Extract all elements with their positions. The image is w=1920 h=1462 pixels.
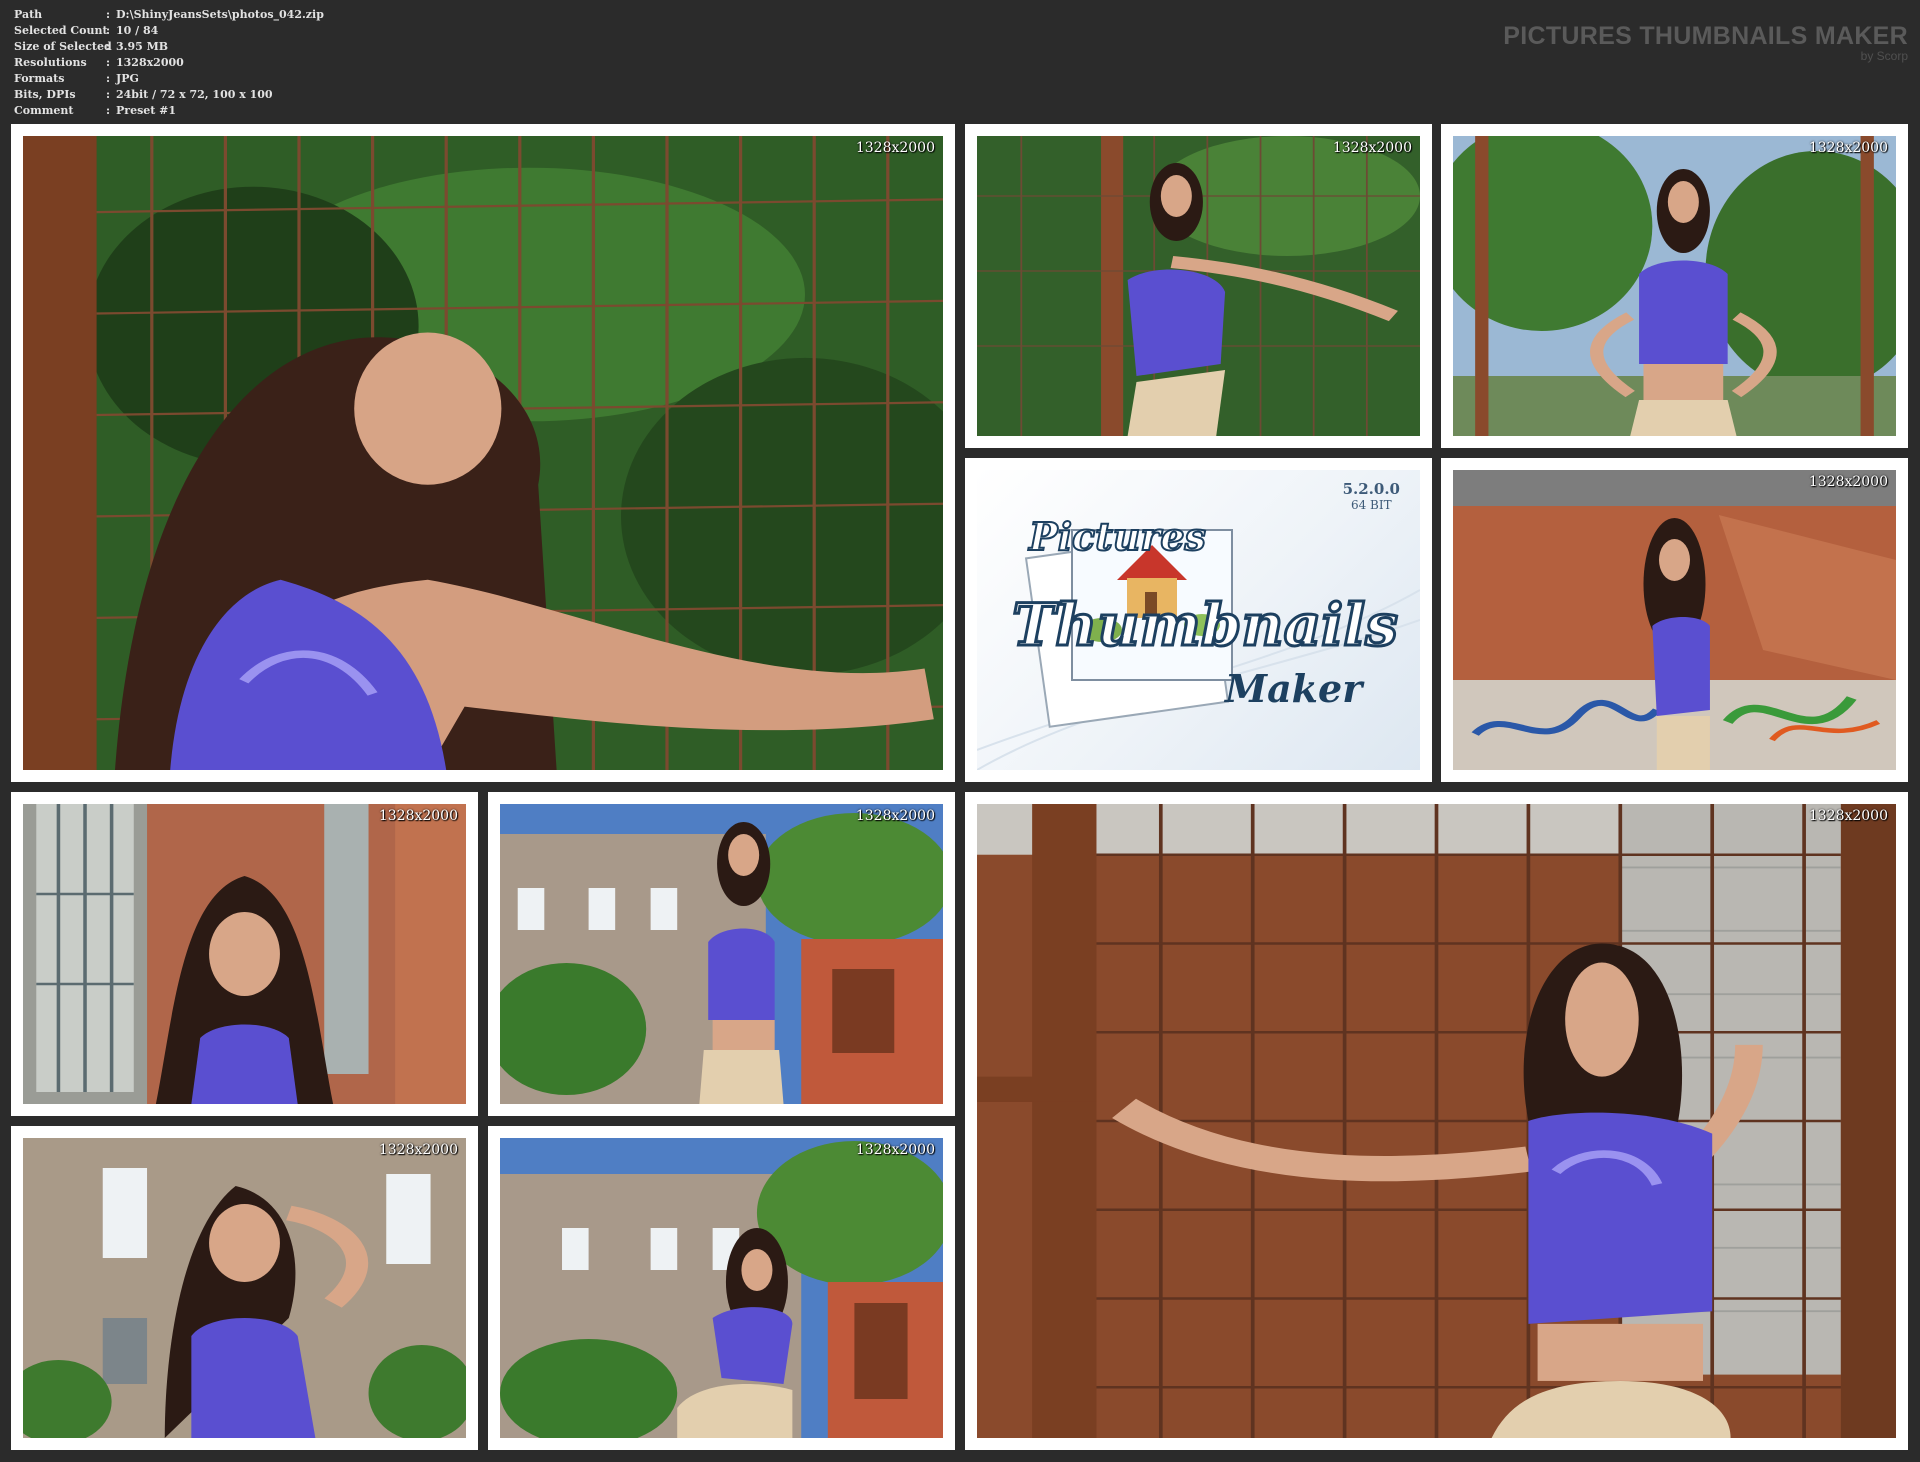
version-bits: 64 BIT (1350, 498, 1392, 512)
brand-author: by Scorp (1860, 49, 1908, 63)
meta-row-comment: Comment: Preset #1 (14, 104, 177, 117)
thumbnail-5[interactable]: 1328x2000 (11, 792, 478, 1116)
metadata-block: Path: D:\ShinyJeansSets\photos_042.zip Se… (14, 7, 324, 119)
info-header: Path: D:\ShinyJeansSets\photos_042.zip Se… (0, 0, 1920, 124)
photo-scene (23, 804, 466, 1104)
photo-scene (23, 1138, 466, 1438)
logo-word-thumbnails: Thumbnails (1012, 591, 1398, 659)
photo-scene (500, 804, 943, 1104)
photo-scene (23, 136, 943, 770)
photo-scene (1453, 136, 1896, 436)
thumbnail-image: 1328x2000 (1453, 470, 1896, 770)
thumbnail-7[interactable]: 1328x2000 (11, 1126, 478, 1450)
thumbnail-6[interactable]: 1328x2000 (488, 792, 955, 1116)
thumbnail-9[interactable]: 1328x2000 (965, 792, 1908, 1450)
meta-row-bits: Bits, DPIs:24bit / 72 x 72, 100 x 100 (14, 88, 273, 101)
logo-word-pictures: Pictures (1028, 514, 1206, 559)
meta-row-formats: Formats: JPG (14, 72, 139, 85)
resolution-label: 1328x2000 (855, 1142, 935, 1158)
thumbnail-image: 1328x2000 (500, 1138, 943, 1438)
resolution-label: 1328x2000 (855, 808, 935, 824)
thumbnail-image: 1328x2000 (977, 804, 1896, 1438)
photo-scene (500, 1138, 943, 1438)
resolution-label: 1328x2000 (1808, 140, 1888, 156)
logo-version: 5.2.0.0 64 BIT (1343, 480, 1400, 512)
thumbnail-image: 1328x2000 (23, 1138, 466, 1438)
resolution-label: 1328x2000 (378, 808, 458, 824)
app-logo: Pictures Thumbnails Maker 5.2.0.0 64 BIT (977, 470, 1420, 770)
meta-row-resolutions: Resolutions:1328x2000 (14, 56, 184, 69)
photo-scene (977, 136, 1420, 436)
version-number: 5.2.0.0 (1342, 480, 1400, 498)
thumbnail-image: 1328x2000 (1453, 136, 1896, 436)
thumbnail-3[interactable]: 1328x2000 (1441, 124, 1908, 448)
meta-row-selected-count: Selected Count: 10 / 84 (14, 24, 159, 37)
thumbnail-2[interactable]: 1328x2000 (965, 124, 1432, 448)
meta-row-size: Size of Selected: 3.95 MB (14, 40, 169, 53)
logo-graphic: Pictures Thumbnails Maker (977, 513, 1420, 770)
resolution-label: 1328x2000 (1808, 808, 1888, 824)
thumbnail-image: 1328x2000 (977, 136, 1420, 436)
thumbnail-4[interactable]: 1328x2000 (1441, 458, 1908, 782)
thumbnail-image: 1328x2000 (23, 804, 466, 1104)
resolution-label: 1328x2000 (1332, 140, 1412, 156)
resolution-label: 1328x2000 (1808, 474, 1888, 490)
thumbnail-image: 1328x2000 (23, 136, 943, 770)
resolution-label: 1328x2000 (855, 140, 935, 156)
logo-word-maker: Maker (1223, 666, 1365, 711)
resolution-label: 1328x2000 (378, 1142, 458, 1158)
logo-tile: Pictures Thumbnails Maker 5.2.0.0 64 BIT (965, 458, 1432, 782)
thumbnail-8[interactable]: 1328x2000 (488, 1126, 955, 1450)
photo-scene (977, 804, 1896, 1438)
photo-scene (1453, 470, 1896, 770)
thumbnail-1[interactable]: 1328x2000 (11, 124, 955, 782)
meta-row-path: Path: D:\ShinyJeansSets\photos_042.zip (14, 8, 324, 21)
brand-watermark: PICTURES THUMBNAILS MAKER by Scorp (1503, 22, 1908, 63)
thumbnail-image: 1328x2000 (500, 804, 943, 1104)
brand-title: PICTURES THUMBNAILS MAKER (1503, 22, 1908, 50)
